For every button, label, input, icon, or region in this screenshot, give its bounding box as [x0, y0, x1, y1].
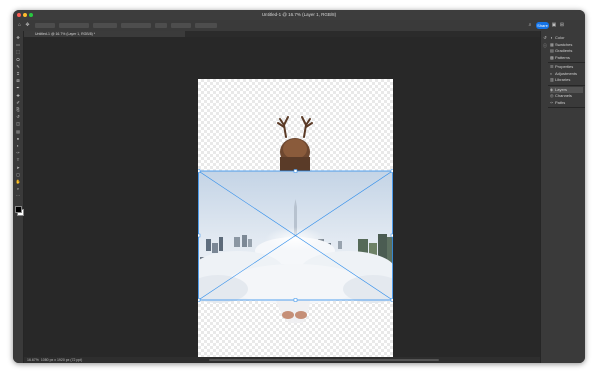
panel-tab-label: Libraries [555, 77, 571, 82]
pen-tool-icon[interactable]: ✑ [15, 150, 21, 155]
panel-tab-label: Properties [555, 64, 574, 69]
status-bar: 16.67% 1080 px x 1920 px (72 ppi) [24, 357, 540, 363]
3d-mode-options[interactable] [171, 22, 191, 28]
panel-tab-label: Layers [555, 86, 568, 92]
panel-tab-libraries[interactable]: ▥Libraries [550, 77, 583, 83]
transform-handle[interactable] [198, 169, 201, 173]
transform-handle[interactable] [390, 298, 393, 302]
auto-select-dropdown[interactable] [35, 22, 55, 28]
artboard-icon[interactable]: ▭ [15, 42, 21, 47]
home-icon[interactable]: ⌂ [17, 22, 22, 28]
title-bar: Untitled-1 @ 16.7% (Layer 1, RGB/8) [13, 10, 585, 20]
transform-handle[interactable] [390, 169, 393, 173]
panel-tab-adjustments[interactable]: ◐ Adjustments [550, 71, 583, 77]
search-icon[interactable]: ⌕ [527, 22, 533, 29]
panel-tab-swatches[interactable]: ▦Swatches [550, 42, 583, 48]
panel-tab-label: Swatches [555, 41, 573, 47]
girl-feet [276, 300, 310, 323]
quick-select-icon[interactable]: ✎ [15, 64, 21, 69]
transform-handle[interactable] [198, 298, 201, 302]
zoom-tool-icon[interactable]: ⌕ [15, 186, 21, 191]
transform-handle[interactable] [293, 169, 298, 173]
document-info: 1080 px x 1920 px (72 ppi) [40, 357, 83, 362]
panel-tab-label: Channels [555, 93, 572, 98]
canvas-workspace[interactable] [24, 37, 550, 363]
panel-tab-label: Patterns [555, 54, 570, 60]
transform-handle[interactable] [390, 233, 393, 238]
panel-tab-channels[interactable]: ◎ Channels [550, 93, 583, 99]
photoshop-window: Untitled-1 @ 16.7% (Layer 1, RGB/8) ⌂ ✥ … [13, 10, 585, 363]
frame-tool-icon[interactable]: ⊠ [15, 78, 21, 83]
more-tools-icon[interactable]: ⋯ [15, 193, 21, 198]
right-panels: ◑ Color ▦Swatches ▤Gradients ▩Patterns ☰Prope… [548, 31, 585, 363]
distribute-options[interactable] [155, 22, 167, 28]
canvas-artwork [198, 116, 393, 323]
workspace-icon[interactable]: ▣ [551, 22, 557, 29]
transform-handle[interactable] [198, 233, 201, 238]
panel-tab-label: Paths [555, 99, 566, 105]
type-tool-icon[interactable]: T [15, 157, 21, 162]
panel-icon-strip: ↺ ⓘ [540, 31, 548, 363]
panel-tab-color[interactable]: ◑ Color [550, 35, 583, 41]
panel-divider [548, 62, 585, 63]
document-tab-label: Untitled-1 @ 16.7% (Layer 1, RGB/8) * [35, 32, 96, 36]
layer-select-dropdown[interactable] [59, 22, 89, 28]
window-title: Untitled-1 @ 16.7% (Layer 1, RGB/8) [261, 12, 337, 17]
path-select-icon[interactable]: ➤ [15, 165, 21, 170]
eraser-tool-icon[interactable]: ◫ [15, 121, 21, 126]
move-tool-icon[interactable]: ✥ [25, 22, 30, 28]
move-tool-icon[interactable]: ✥ [15, 35, 21, 40]
panel-divider [548, 107, 585, 108]
zoom-level[interactable]: 16.67% 1080 px x 1920 px (72 ppi) [27, 358, 82, 362]
foreground-color-swatch[interactable] [14, 206, 22, 213]
transform-controls-checkbox[interactable] [93, 22, 117, 28]
antler-girl-head [277, 116, 313, 171]
marquee-tool-icon[interactable]: ⬚ [15, 49, 21, 54]
arrange-icon[interactable]: ⊞ [559, 22, 565, 29]
tools-panel: ✥ ▭ ⬚ ⵔ ✎ ⌗ ⊠ ✒ ✚ ✐ ⎘ ↺ ◫ ▤ ● ◐ ✑ T ➤ ▢ ✋ ⌕ ⋯ [13, 31, 24, 363]
panel-tab-gradients[interactable]: ▤Gradients [550, 48, 583, 54]
shape-tool-icon[interactable]: ▢ [15, 172, 21, 177]
healing-brush-icon[interactable]: ✚ [15, 93, 21, 98]
document-canvas[interactable] [198, 79, 393, 363]
share-button[interactable]: Share [536, 21, 549, 29]
panel-tab-label: Gradients [555, 48, 573, 53]
panel-tab-label: Color [555, 35, 565, 40]
lasso-tool-icon[interactable]: ⵔ [15, 57, 21, 62]
history-brush-icon[interactable]: ↺ [15, 114, 21, 119]
crop-tool-icon[interactable]: ⌗ [15, 71, 21, 76]
extra-options[interactable] [195, 22, 217, 28]
panel-divider [548, 84, 585, 86]
eyedropper-icon[interactable]: ✒ [15, 85, 21, 90]
blur-tool-icon[interactable]: ● [15, 136, 21, 141]
dodge-tool-icon[interactable]: ◐ [15, 143, 21, 148]
transform-handle[interactable] [293, 298, 298, 302]
clone-stamp-icon[interactable]: ⎘ [15, 107, 21, 112]
panel-tab-properties[interactable]: ☰Properties [550, 64, 583, 70]
panel-tab-label: Adjustments [555, 70, 578, 76]
brush-tool-icon[interactable]: ✐ [15, 100, 21, 105]
panel-tab-paths[interactable]: ✑ Paths [550, 100, 583, 106]
horizontal-scrollbar[interactable] [209, 359, 439, 361]
align-options[interactable] [121, 22, 151, 28]
hand-tool-icon[interactable]: ✋ [15, 179, 21, 184]
panel-tab-patterns[interactable]: ▩Patterns [550, 55, 583, 61]
city-clouds-photo [198, 171, 393, 304]
gradient-tool-icon[interactable]: ▤ [15, 129, 21, 134]
panel-tab-layers[interactable]: ◈ Layers [550, 86, 583, 93]
